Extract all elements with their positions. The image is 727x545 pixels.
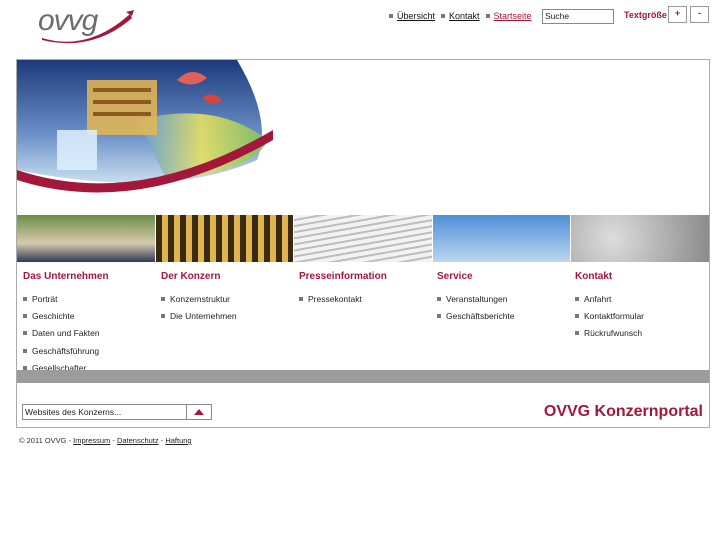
bullet-icon — [389, 14, 393, 18]
search-input[interactable]: Suche — [542, 9, 614, 24]
bullet-icon — [575, 296, 579, 301]
menu-item[interactable]: Konzernstruktur — [161, 290, 296, 307]
menu-item[interactable]: Geschichte — [23, 307, 158, 324]
text-size-increase-button[interactable]: + — [668, 6, 687, 23]
menu-item[interactable]: Pressekontakt — [299, 290, 434, 307]
bullet-icon — [437, 296, 441, 301]
menu-heading[interactable]: Das Unternehmen — [23, 271, 158, 282]
menu-item-label: Anfahrt — [584, 293, 612, 304]
menu-item-label: Konzernstruktur — [170, 293, 230, 304]
menu-item[interactable]: Geschäftsberichte — [437, 307, 572, 324]
photo-people — [17, 215, 155, 262]
hero-image — [17, 60, 273, 210]
nav-item-contact: Kontakt — [441, 11, 480, 21]
bullet-icon — [485, 14, 490, 18]
menu-item-label: Porträt — [32, 293, 58, 304]
menu-unternehmen: Das Unternehmen Porträt Geschichte Daten… — [23, 271, 158, 376]
ovvg-logo[interactable]: ovvg — [38, 4, 138, 50]
bullet-icon — [437, 313, 441, 318]
footer-link-impressum[interactable]: Impressum — [73, 436, 110, 445]
menu-item-label: Daten und Fakten — [32, 328, 100, 339]
nav-link-contact[interactable]: Kontakt — [449, 11, 480, 21]
bullet-icon — [575, 331, 579, 336]
company-websites-select[interactable]: Websites des Konzerns... — [22, 404, 212, 420]
footer-link-haftung[interactable]: Haftung — [165, 436, 191, 445]
photo-handshake — [432, 215, 571, 262]
divider-bar — [17, 370, 709, 383]
bullet-icon — [299, 296, 303, 301]
menu-item[interactable]: Veranstaltungen — [437, 290, 572, 307]
menu-presse: Presseinformation Pressekontakt — [299, 271, 434, 307]
menu-item[interactable]: Kontaktformular — [575, 307, 710, 324]
menu-item[interactable]: Die Unternehmen — [161, 307, 296, 324]
menu-kontakt: Kontakt Anfahrt Kontaktformular Rückrufw… — [575, 271, 710, 342]
menu-item[interactable]: Anfahrt — [575, 290, 710, 307]
menu-item[interactable]: Rückrufwunsch — [575, 325, 710, 342]
nav-item-home: Startseite — [485, 11, 532, 21]
nav-link-home[interactable]: Startseite — [494, 11, 532, 21]
portal-title: OVVG Konzernportal — [543, 403, 703, 420]
bullet-icon — [575, 313, 579, 318]
menu-heading[interactable]: Der Konzern — [161, 271, 296, 282]
menu-heading[interactable]: Presseinformation — [299, 271, 434, 282]
menu-item-label: Die Unternehmen — [170, 310, 237, 321]
copyright: © 2011 OVVG - — [19, 436, 72, 445]
nav-link-overview[interactable]: Übersicht — [397, 11, 435, 21]
photo-strip — [17, 215, 709, 262]
menu-heading[interactable]: Kontakt — [575, 271, 710, 282]
photo-building — [155, 215, 294, 262]
top-navigation: Übersicht Kontakt Startseite — [389, 11, 532, 21]
menu-item-label: Geschäftsberichte — [446, 310, 515, 321]
bullet-icon — [23, 348, 27, 353]
footer-link-datenschutz[interactable]: Datenschutz — [117, 436, 159, 445]
menu-heading[interactable]: Service — [437, 271, 572, 282]
menu-item-label: Kontaktformular — [584, 310, 644, 321]
bullet-icon — [23, 331, 27, 336]
menu-item-label: Geschäftsführung — [32, 345, 100, 356]
menu-konzern: Der Konzern Konzernstruktur Die Unterneh… — [161, 271, 296, 325]
bullet-icon — [161, 313, 165, 318]
bullet-icon — [23, 296, 27, 301]
triangle-up-icon — [194, 409, 204, 415]
select-toggle-button[interactable] — [186, 405, 211, 419]
menu-item-label: Pressekontakt — [308, 293, 362, 304]
menu-item[interactable]: Daten und Fakten — [23, 325, 158, 342]
photo-newspapers — [294, 215, 432, 262]
menu-item-label: Veranstaltungen — [446, 293, 508, 304]
menu-service: Service Veranstaltungen Geschäftsbericht… — [437, 271, 572, 325]
photo-phone-keypad — [571, 215, 709, 262]
bullet-icon — [23, 313, 27, 318]
text-size-decrease-button[interactable]: - — [690, 6, 709, 23]
menu-item[interactable]: Porträt — [23, 290, 158, 307]
menu-item-label: Geschichte — [32, 310, 75, 321]
footer: © 2011 OVVG - Impressum - Datenschutz - … — [19, 436, 192, 445]
nav-item-overview: Übersicht — [389, 11, 435, 21]
text-size-label: Textgröße — [624, 10, 667, 20]
menu-item[interactable]: Geschäftsführung — [23, 342, 158, 359]
menu-item-label: Rückrufwunsch — [584, 328, 643, 339]
bullet-icon — [441, 14, 446, 18]
logo-swoosh-icon — [42, 10, 134, 44]
select-value: Websites des Konzerns... — [25, 407, 122, 417]
bullet-icon — [161, 296, 165, 301]
